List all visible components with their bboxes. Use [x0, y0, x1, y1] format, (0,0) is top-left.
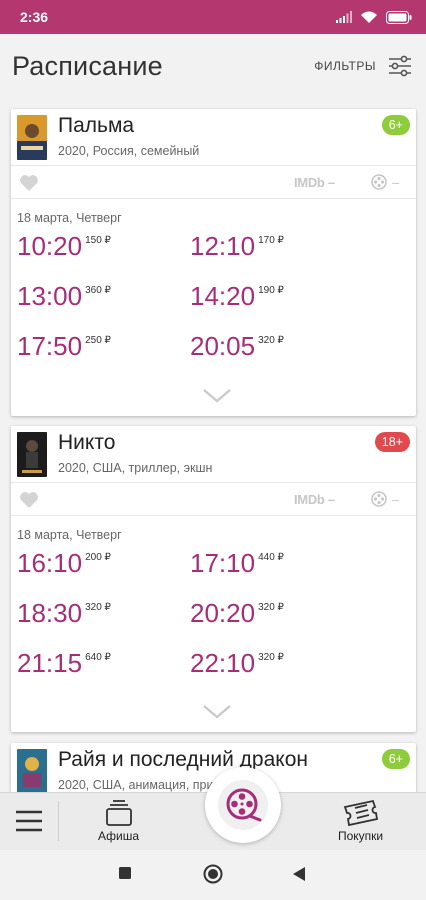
showtime-time: 20:20 [190, 598, 256, 628]
home-circle-icon[interactable] [203, 864, 223, 884]
back-triangle-icon[interactable] [292, 866, 306, 882]
age-rating-badge: 18+ [374, 432, 410, 452]
showtimes-fade [11, 672, 416, 698]
showtime-time: 18:30 [17, 598, 83, 628]
kinopoisk-rating: – [371, 491, 399, 507]
showtime-slot[interactable]: 12:10 170 ₽ [190, 231, 284, 262]
film-reel-icon [371, 491, 387, 507]
showtime-time: 16:10 [17, 548, 83, 578]
movie-title: Никто [58, 431, 116, 454]
movie-poster[interactable] [17, 115, 47, 160]
nav-divider [58, 801, 59, 841]
ticket-icon [343, 799, 378, 827]
showtime-slot[interactable]: 14:20 190 ₽ [190, 281, 284, 312]
showtimes-grid: 10:20 150 ₽ 12:10 170 ₽ 13:00 360 ₽ 14:20 19… [11, 231, 416, 381]
kinopoisk-value: – [392, 491, 400, 507]
movie-title: Райя и последний дракон [58, 748, 308, 771]
showtime-price: 200 ₽ [85, 552, 111, 563]
imdb-label: IMDb [294, 492, 325, 507]
showtime-slot[interactable]: 13:00 360 ₽ [17, 281, 111, 312]
battery-icon [386, 10, 412, 24]
imdb-rating: IMDb – [294, 175, 335, 190]
imdb-value: – [327, 175, 335, 190]
showtime-price: 150 ₽ [85, 235, 111, 246]
nav-afisha-label: Афиша [98, 829, 140, 843]
showtimes-grid: 16:10 200 ₽ 17:10 440 ₽ 18:30 320 ₽ 20:20 32… [11, 548, 416, 698]
status-icons [336, 10, 412, 24]
movie-card-header[interactable]: Никто 2020, США, триллер, экшн 18+ [11, 426, 416, 482]
movie-poster[interactable] [17, 432, 47, 477]
app-header: Расписание ФИЛЬТРЫ [0, 34, 426, 98]
film-reel-icon [371, 174, 387, 190]
movie-meta: 2020, США, триллер, экшн [58, 461, 213, 475]
showtime-time: 17:10 [190, 548, 256, 578]
cinema-fab-button[interactable] [205, 767, 281, 843]
showtime-price: 320 ₽ [258, 602, 284, 613]
film-reel-icon [226, 788, 262, 822]
status-time: 2:36 [20, 9, 49, 25]
show-date: 18 марта, Четверг [17, 528, 122, 542]
expand-chevron-icon[interactable] [202, 386, 232, 406]
showtime-slot[interactable]: 16:10 200 ₽ [17, 548, 111, 579]
movie-card: Пальма 2020, Россия, семейный 6+ IMDb – … [11, 109, 416, 416]
movie-meta: 2020, Россия, семейный [58, 144, 200, 158]
signal-icon [336, 11, 352, 23]
showtime-slot[interactable]: 18:30 320 ₽ [17, 598, 111, 629]
filters-button[interactable]: ФИЛЬТРЫ [314, 55, 412, 77]
imdb-value: – [327, 492, 335, 507]
wifi-icon [361, 11, 377, 23]
showtimes-fade [11, 355, 416, 381]
showtime-price: 440 ₽ [258, 552, 284, 563]
imdb-label: IMDb [294, 175, 325, 190]
showtime-time: 10:20 [17, 231, 83, 261]
filter-sliders-icon [389, 55, 411, 77]
showtime-price: 170 ₽ [258, 235, 284, 246]
status-bar: 2:36 [0, 0, 426, 34]
movie-actions: IMDb – – [11, 482, 416, 516]
showtime-price: 320 ₽ [85, 602, 111, 613]
movie-poster[interactable] [17, 749, 47, 794]
showtime-slot[interactable]: 20:20 320 ₽ [190, 598, 284, 629]
expand-chevron-icon[interactable] [202, 702, 232, 722]
system-navigation-bar [0, 850, 426, 900]
favorite-heart-icon[interactable] [19, 174, 39, 192]
page-title: Расписание [12, 50, 163, 81]
showtime-slot[interactable]: 10:20 150 ₽ [17, 231, 111, 262]
imdb-rating: IMDb – [294, 492, 335, 507]
nav-purchases-label: Покупки [338, 829, 384, 843]
filters-label: ФИЛЬТРЫ [314, 59, 376, 73]
showtime-price: 640 ₽ [85, 652, 111, 663]
kinopoisk-value: – [392, 174, 400, 190]
showtime-price: 250 ₽ [85, 335, 111, 346]
showtime-slot[interactable]: 17:10 440 ₽ [190, 548, 284, 579]
showtime-price: 320 ₽ [258, 652, 284, 663]
movie-card-header[interactable]: Пальма 2020, Россия, семейный 6+ [11, 109, 416, 165]
movie-card: Никто 2020, США, триллер, экшн 18+ IMDb … [11, 426, 416, 732]
movie-actions: IMDb – – [11, 165, 416, 199]
hamburger-menu-icon[interactable] [14, 808, 44, 834]
favorite-heart-icon[interactable] [19, 491, 39, 509]
showtime-time: 12:10 [190, 231, 256, 261]
show-date: 18 марта, Четверг [17, 211, 122, 225]
showtime-time: 13:00 [17, 281, 83, 311]
showtime-price: 360 ₽ [85, 285, 111, 296]
nav-purchases[interactable]: Покупки [338, 799, 383, 843]
movie-title: Пальма [58, 114, 135, 137]
showtime-price: 320 ₽ [258, 335, 284, 346]
age-rating-badge: 6+ [381, 749, 410, 769]
showtime-time: 14:20 [190, 281, 256, 311]
fab-inner [218, 780, 268, 830]
tickets-stack-icon [105, 800, 132, 826]
recents-square-icon[interactable] [118, 866, 132, 880]
showtime-price: 190 ₽ [258, 285, 284, 296]
age-rating-badge: 6+ [381, 115, 410, 135]
kinopoisk-rating: – [371, 174, 399, 190]
nav-afisha[interactable]: Афиша [98, 799, 139, 843]
